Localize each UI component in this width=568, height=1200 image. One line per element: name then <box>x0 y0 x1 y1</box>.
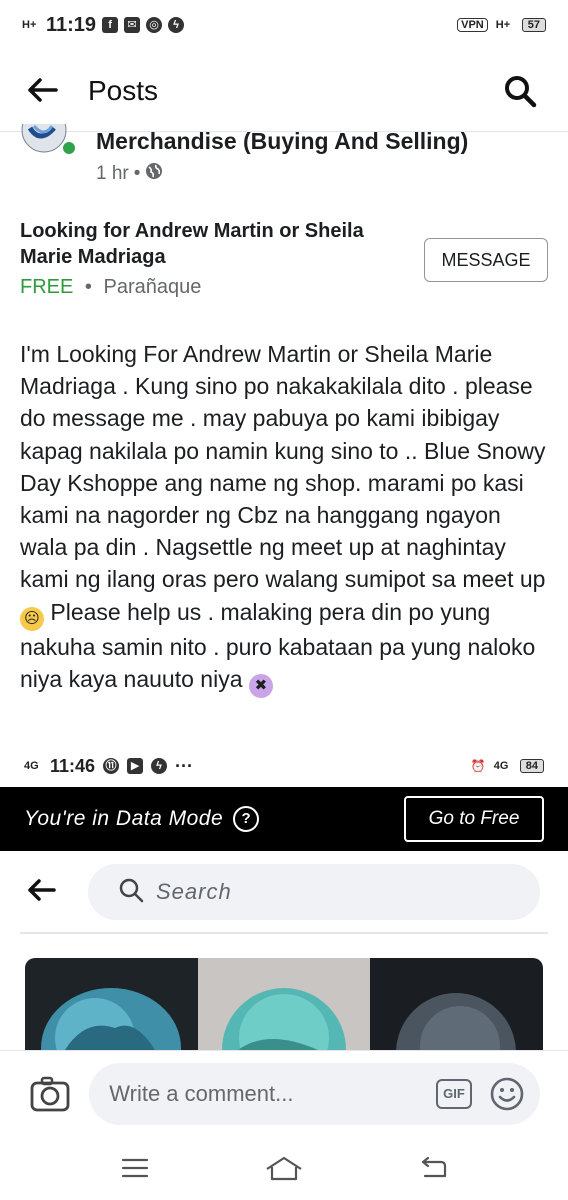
menu-icon[interactable] <box>115 1148 155 1188</box>
status-bar: H+ 11:19 f ✉ ◎ ϟ VPN H+ 57 <box>0 0 568 50</box>
home-icon[interactable] <box>264 1148 304 1188</box>
sad-face-icon: ☹ <box>20 606 44 631</box>
message-button[interactable]: MESSAGE <box>424 238 548 282</box>
photo-1[interactable] <box>25 958 198 1050</box>
embedded-network-right: 4G <box>493 760 509 772</box>
embedded-status-time: 11:46 <box>50 755 96 776</box>
post-text-part2: Please help us . malaking pera din po yu… <box>20 598 536 692</box>
go-to-free-button[interactable]: Go to Free <box>404 796 544 842</box>
facebook-notification-icon: f <box>102 17 119 33</box>
notification-icon: ⑪ <box>103 758 120 774</box>
dizzy-face-icon: ✖ <box>248 673 273 698</box>
embedded-search-icon <box>118 877 144 908</box>
comment-input[interactable]: Write a comment... GIF <box>89 1062 540 1125</box>
alarm-icon: ⏰ <box>470 759 486 773</box>
marketplace-listing: Looking for Andrew Martin or Sheila Mari… <box>20 218 550 308</box>
battery-level: 57 <box>521 18 546 32</box>
embedded-search-row: Search <box>0 862 568 922</box>
network-indicator-right: H+ <box>495 19 511 31</box>
youtube-notification-icon: ▶ <box>127 758 144 774</box>
page-title: Posts <box>88 74 159 106</box>
embedded-back-arrow-icon[interactable] <box>28 875 68 909</box>
photo-3[interactable] <box>370 958 543 1050</box>
post-meta: 1 hr • <box>96 162 163 186</box>
data-mode-banner: You're in Data Mode ? Go to Free <box>0 787 568 851</box>
vpn-badge: VPN <box>457 18 488 32</box>
messenger-notification-icon: ϟ <box>151 758 168 774</box>
listing-title: Looking for Andrew Martin or Sheila Mari… <box>20 220 364 268</box>
gif-icon[interactable]: GIF <box>436 1078 472 1109</box>
data-mode-text: You're in Data Mode <box>24 807 224 830</box>
post-time[interactable]: 1 hr <box>96 163 129 185</box>
meta-separator: • <box>133 163 141 184</box>
listing-price: FREE <box>20 276 74 298</box>
back-arrow-icon[interactable] <box>28 74 68 108</box>
group-avatar[interactable] <box>20 124 76 158</box>
listing-separator: • <box>84 276 92 298</box>
more-notifications: ··· <box>175 755 194 776</box>
globe-icon <box>145 162 163 186</box>
embedded-search-placeholder: Search <box>156 879 232 904</box>
embedded-network-indicator: 4G <box>24 760 39 772</box>
group-name[interactable]: Merchandise (Buying And Selling) <box>96 128 468 155</box>
post-text: I'm Looking For Andrew Martin or Sheila … <box>20 338 550 698</box>
comment-bar: Write a comment... GIF <box>0 1050 568 1136</box>
embedded-battery-level: 84 <box>519 759 544 773</box>
status-time: 11:19 <box>46 13 97 36</box>
post-text-part1: I'm Looking For Andrew Martin or Sheila … <box>20 341 546 593</box>
embedded-status-bar: 4G 11:46 ⑪ ▶ ϟ ··· ⏰ 4G 84 <box>0 748 568 784</box>
chrome-notification-icon: ◎ <box>146 17 163 33</box>
photo-strip[interactable] <box>25 958 543 1050</box>
divider <box>20 932 548 934</box>
system-nav-bar <box>0 1136 568 1200</box>
group-info: Merchandise (Buying And Selling) 1 hr • <box>0 124 568 194</box>
mail-notification-icon: ✉ <box>124 17 141 33</box>
listing-location: Parañaque <box>103 276 202 298</box>
back-nav-icon[interactable] <box>413 1148 453 1188</box>
messenger-notification-icon: ϟ <box>168 17 185 33</box>
photo-2[interactable] <box>197 958 371 1050</box>
app-header: Posts <box>0 50 568 132</box>
smiley-icon[interactable] <box>490 1077 524 1111</box>
search-icon[interactable] <box>500 71 540 111</box>
network-indicator: H+ <box>22 19 37 31</box>
embedded-search-input[interactable]: Search <box>88 864 540 920</box>
comment-placeholder: Write a comment... <box>109 1080 294 1106</box>
camera-icon[interactable] <box>28 1072 71 1116</box>
help-icon[interactable]: ? <box>233 806 260 832</box>
